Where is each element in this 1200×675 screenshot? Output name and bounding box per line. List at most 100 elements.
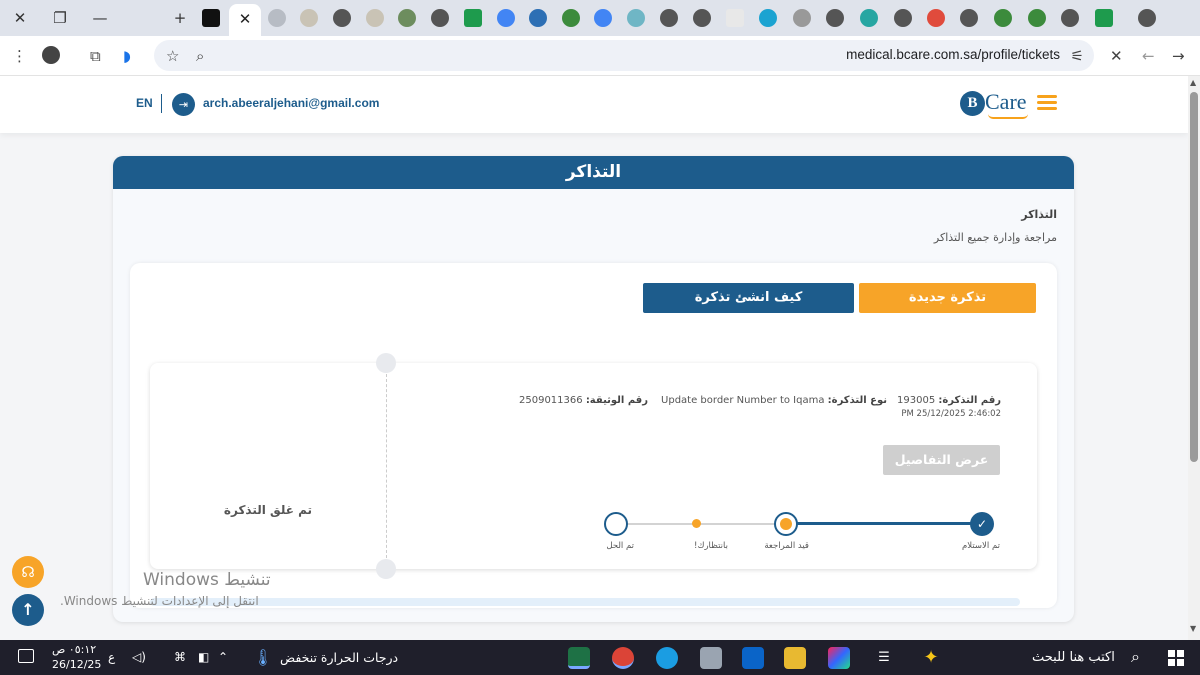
active-tab[interactable]: ✕ xyxy=(229,4,261,36)
url-text[interactable]: medical.bcare.com.sa/profile/tickets xyxy=(846,47,1060,62)
tab-favicon[interactable] xyxy=(366,9,384,27)
tab-favicon[interactable] xyxy=(300,9,318,27)
scroll-top-icon[interactable]: ↑ xyxy=(12,594,44,626)
tab-favicon[interactable] xyxy=(660,9,678,27)
scroll-thumb[interactable] xyxy=(1190,92,1198,462)
extensions-icon[interactable]: ⧉ xyxy=(90,46,101,66)
tab-chrome-icon[interactable] xyxy=(927,9,945,27)
thermometer-icon[interactable]: 🌡 xyxy=(252,647,274,669)
tab-favicon[interactable] xyxy=(1061,9,1079,27)
minimize-window-icon[interactable]: — xyxy=(88,6,112,30)
chrome-icon[interactable] xyxy=(612,647,634,669)
taskbar-search-input[interactable]: اكتب هنا للبحث xyxy=(1032,650,1115,665)
stop-loading-icon[interactable]: ✕ xyxy=(1110,46,1123,66)
step-solved-node xyxy=(604,512,628,536)
tab-favicon[interactable] xyxy=(1028,9,1046,27)
tab-favicon[interactable] xyxy=(398,9,416,27)
language-switch[interactable]: EN xyxy=(136,96,153,110)
tab-favicon[interactable] xyxy=(960,9,978,27)
tab-favicon[interactable] xyxy=(860,9,878,27)
tab-sheets-icon[interactable] xyxy=(1095,9,1113,27)
tab-favicon[interactable] xyxy=(894,9,912,27)
tray-expand-icon[interactable]: ⌃ xyxy=(218,650,228,664)
tab-google-icon[interactable] xyxy=(594,9,612,27)
view-details-button[interactable]: عرض التفاصيل xyxy=(883,445,1000,475)
browser-menu-icon[interactable]: ⋮ xyxy=(12,46,27,66)
outlook-icon[interactable] xyxy=(742,647,764,669)
tab-favicon[interactable] xyxy=(826,9,844,27)
progress-track-pending xyxy=(616,523,786,525)
tray-app-icon[interactable]: ◧ xyxy=(198,650,209,664)
clock-time[interactable]: ٠٥:١٢ ص xyxy=(52,643,96,656)
menu-icon[interactable] xyxy=(1037,95,1057,111)
tab-favicon[interactable] xyxy=(431,9,449,27)
step-label-waiting: بانتظارك! xyxy=(694,541,728,551)
tab-google-icon[interactable] xyxy=(497,9,515,27)
site-header: EN ⇥ arch.abeeraljehani@gmail.com B Care xyxy=(0,76,1188,133)
zoom-icon[interactable]: ⌕ xyxy=(196,46,204,66)
ticket-card: تم غلق التذكرة رقم التذكرة: 193005 PM 25… xyxy=(150,353,1037,579)
tab-x-icon[interactable] xyxy=(202,9,220,27)
tab-favicon[interactable] xyxy=(562,9,580,27)
clock-date[interactable]: 26/12/25 xyxy=(52,658,101,671)
ticket-datetime: PM 25/12/2025 2:46:02 xyxy=(901,409,1001,419)
scroll-down-icon[interactable]: ▼ xyxy=(1190,624,1196,633)
tickets-panel: التذاكر التذاكر مراجعة وإدارة جميع التذا… xyxy=(113,156,1074,622)
profile-avatar[interactable] xyxy=(42,46,60,64)
step-label-review: قيد المراجعة xyxy=(764,541,809,551)
close-window-icon[interactable]: ✕ xyxy=(8,6,32,30)
network-icon[interactable]: ⌘ xyxy=(174,650,186,664)
headset-support-icon[interactable]: ☊ xyxy=(12,556,44,588)
bookmark-star-icon[interactable]: ☆ xyxy=(166,46,179,66)
scroll-up-icon[interactable]: ▲ xyxy=(1190,78,1196,87)
tab-favicon[interactable] xyxy=(793,9,811,27)
tab-favicon[interactable] xyxy=(529,9,547,27)
tab-favicon[interactable] xyxy=(759,9,777,27)
tab-favicon[interactable] xyxy=(693,9,711,27)
browser-toolbar: ⋮ ⧉ ◗ ☆ ⌕ medical.bcare.com.sa/profile/t… xyxy=(0,36,1200,76)
tab-favicon[interactable] xyxy=(333,9,351,27)
excel-icon[interactable] xyxy=(568,647,590,669)
copilot-sparkle-icon[interactable]: ✦ xyxy=(920,647,942,669)
ticket-type-field: نوع التذكرة: Update border Number to Iqa… xyxy=(661,395,887,406)
tab-favicon[interactable] xyxy=(268,9,286,27)
tab-favicon[interactable] xyxy=(627,9,645,27)
step-label-received: تم الاستلام xyxy=(962,541,1000,551)
tab-sheets-icon[interactable] xyxy=(464,9,482,27)
tab-favicon[interactable] xyxy=(726,9,744,27)
read-aloud-icon[interactable]: ◗ xyxy=(123,46,131,66)
how-to-create-ticket-button[interactable]: كيف انشئ تذكرة xyxy=(643,283,854,313)
tab-favicon[interactable] xyxy=(994,9,1012,27)
tab-favicon[interactable] xyxy=(1138,9,1156,27)
new-tab-icon[interactable]: + xyxy=(168,6,192,30)
forward-icon[interactable]: ← xyxy=(1142,46,1155,66)
task-view-icon[interactable]: ☰ xyxy=(873,647,895,669)
bcare-logo[interactable]: B Care xyxy=(960,88,1032,122)
windows-start-icon[interactable] xyxy=(1168,650,1184,666)
panel-title: التذاكر xyxy=(113,156,1074,189)
document-number-field: رقم الوثيقة: 2509011366 xyxy=(519,395,648,406)
notification-icon[interactable] xyxy=(18,649,34,663)
logo-mark: B xyxy=(960,91,985,116)
address-bar[interactable]: ☆ ⌕ medical.bcare.com.sa/profile/tickets… xyxy=(154,40,1094,71)
logout-icon[interactable]: ⇥ xyxy=(172,93,195,116)
input-language[interactable]: ع xyxy=(108,650,115,664)
edge-icon[interactable] xyxy=(656,647,678,669)
page-scrollbar[interactable]: ▲ ▼ xyxy=(1188,76,1200,640)
ticket-notch-bottom xyxy=(376,559,396,579)
step-label-solved: تم الحل xyxy=(606,541,634,551)
search-icon[interactable]: ⌕ xyxy=(1131,647,1140,667)
back-icon[interactable]: → xyxy=(1172,46,1185,66)
weather-text[interactable]: درجات الحرارة تنخفض xyxy=(280,650,398,665)
ticket-number-label: رقم التذكرة: xyxy=(938,395,1001,406)
new-ticket-button[interactable]: تذكرة جديدة xyxy=(859,283,1036,313)
restore-window-icon[interactable]: ❐ xyxy=(48,6,72,30)
file-explorer-icon[interactable] xyxy=(784,647,806,669)
site-settings-icon[interactable]: ⚟ xyxy=(1071,46,1084,66)
breadcrumb-title: التذاكر xyxy=(1021,208,1057,221)
volume-icon[interactable]: ◁) xyxy=(132,650,146,664)
next-ticket-card-edge xyxy=(150,598,1020,606)
copilot-icon[interactable] xyxy=(828,647,850,669)
calculator-icon[interactable] xyxy=(700,647,722,669)
close-tab-icon[interactable]: ✕ xyxy=(239,10,252,28)
